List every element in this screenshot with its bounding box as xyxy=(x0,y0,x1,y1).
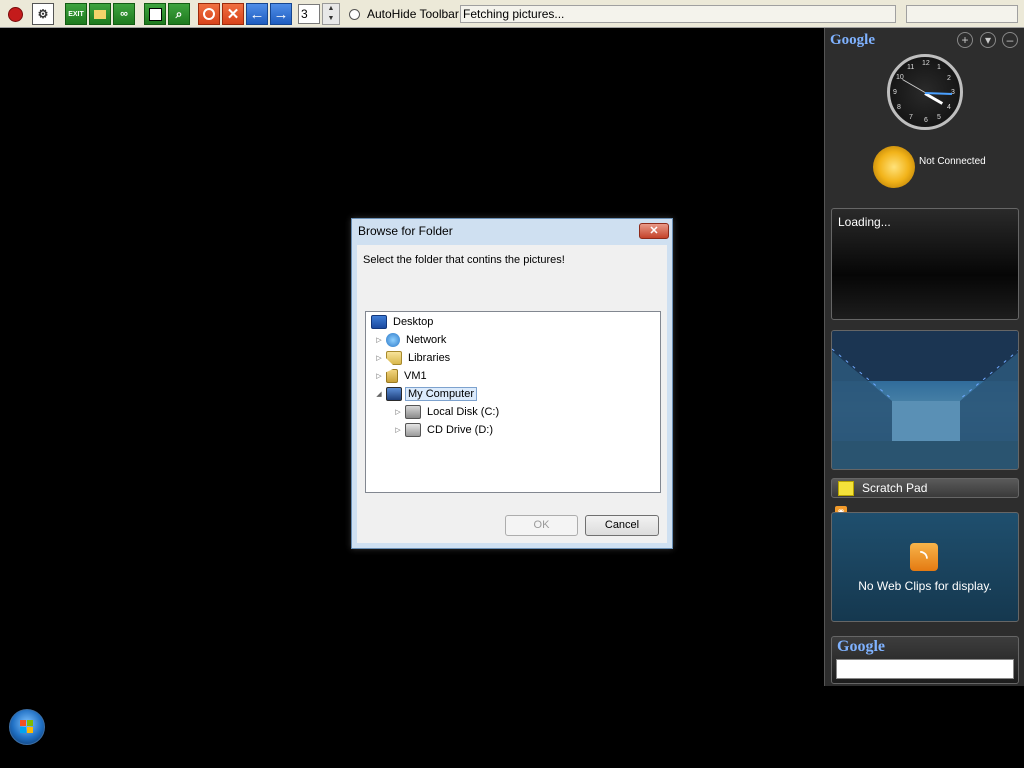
clock-number: 7 xyxy=(909,114,913,121)
scratch-pad-header[interactable]: Scratch Pad xyxy=(831,478,1019,498)
exit-icon: EXIT xyxy=(68,10,84,18)
spinner-arrows[interactable]: ▲ ▼ xyxy=(322,3,340,25)
web-clips-text: No Web Clips for display. xyxy=(858,579,992,593)
weather-sun-icon xyxy=(873,146,915,188)
back-button[interactable]: ← xyxy=(246,3,268,25)
tree-item-network[interactable]: ▷ Network xyxy=(374,331,449,349)
clock-number: 5 xyxy=(937,114,941,121)
google-search-logo: Google xyxy=(837,638,885,655)
magnifier-icon: ⌕ xyxy=(175,6,183,21)
hard-disk-icon xyxy=(405,405,421,419)
start-button[interactable] xyxy=(9,709,45,745)
expand-arrow-icon[interactable]: ▷ xyxy=(393,408,403,416)
clock-second-hand xyxy=(902,79,926,93)
binoculars-button[interactable]: ∞ xyxy=(113,3,135,25)
expand-arrow-icon[interactable]: ▷ xyxy=(393,426,403,434)
exit-button[interactable]: EXIT xyxy=(65,3,87,25)
status-text: Fetching pictures... xyxy=(460,5,896,23)
folder-tree[interactable]: Desktop ▷ Network ▷ Libraries ▷ VM1 ◢ My… xyxy=(365,311,661,493)
web-clips-panel: ◝ No Web Clips for display. xyxy=(831,512,1019,622)
network-icon xyxy=(386,333,400,347)
open-folder-button[interactable] xyxy=(89,3,111,25)
dialog-prompt: Select the folder that contins the pictu… xyxy=(363,254,565,266)
tree-item-label: Local Disk (C:) xyxy=(427,406,500,418)
menu-button[interactable]: ▾ xyxy=(980,32,996,48)
analog-clock: 12 1 2 3 4 5 6 7 8 9 10 11 xyxy=(887,54,963,130)
autohide-label: AutoHide Toolbar xyxy=(367,7,459,21)
photo-image xyxy=(832,331,1018,469)
cd-drive-icon xyxy=(405,423,421,437)
desktop-icon xyxy=(371,315,387,329)
clock-number: 1 xyxy=(937,64,941,71)
save-button[interactable] xyxy=(144,3,166,25)
scratch-pad-label: Scratch Pad xyxy=(862,481,928,495)
clock-number: 12 xyxy=(922,60,930,67)
tree-item-label: VM1 xyxy=(404,370,427,382)
tree-item-desktop[interactable]: Desktop xyxy=(369,313,436,331)
google-sidebar: Google + ▾ – 12 1 2 3 4 5 6 7 8 9 10 11 … xyxy=(824,28,1024,686)
arrow-right-icon: → xyxy=(273,5,289,23)
cancel-button[interactable]: Cancel xyxy=(585,515,659,536)
tree-item-my-computer[interactable]: ◢ My Computer xyxy=(374,385,478,403)
tree-item-label: Libraries xyxy=(408,352,451,364)
rss-icon: ◝ xyxy=(910,543,938,571)
close-icon: ✕ xyxy=(649,225,659,237)
tree-item-label: CD Drive (D:) xyxy=(427,424,493,436)
clock-number: 6 xyxy=(924,117,928,124)
google-search-gadget: Google xyxy=(831,636,1019,684)
close-button[interactable]: ✕ xyxy=(222,3,244,25)
folder-icon xyxy=(94,9,106,19)
stop-record-button[interactable] xyxy=(4,3,26,25)
clock-number: 11 xyxy=(907,64,915,71)
windows-logo-icon xyxy=(20,720,33,733)
close-icon: ✕ xyxy=(226,6,240,23)
save-icon xyxy=(148,7,162,21)
arrow-left-icon: ← xyxy=(249,5,265,23)
expand-arrow-icon[interactable]: ▷ xyxy=(374,336,384,344)
browse-for-folder-dialog: Browse for Folder ✕ Select the folder th… xyxy=(351,218,673,549)
tree-item-cd-drive[interactable]: ▷ CD Drive (D:) xyxy=(393,421,496,439)
add-gadget-button[interactable]: + xyxy=(957,32,973,48)
clock-number: 2 xyxy=(947,75,951,82)
forward-button[interactable]: → xyxy=(270,3,292,25)
clock-number: 4 xyxy=(947,104,951,111)
tree-item-label: Desktop xyxy=(393,316,434,328)
dialog-title: Browse for Folder xyxy=(358,224,453,238)
red-circle-icon xyxy=(7,6,23,22)
config-icon: ⚙ xyxy=(37,7,49,21)
binoculars-icon: ∞ xyxy=(120,8,128,20)
minimize-button[interactable]: – xyxy=(1002,32,1018,48)
tree-item-local-disk[interactable]: ▷ Local Disk (C:) xyxy=(393,403,502,421)
google-logo: Google xyxy=(830,32,875,48)
weather-status: Not Connected xyxy=(919,156,986,167)
ok-button[interactable]: OK xyxy=(505,515,578,536)
settings-button[interactable]: ⚙ xyxy=(32,3,54,25)
pause-icon xyxy=(203,8,215,20)
top-toolbar: ⚙ EXIT ∞ ⌕ ✕ ← → 3 ▲ ▼ AutoHide Toolbar F… xyxy=(0,0,1024,28)
computer-icon xyxy=(386,387,402,401)
count-spinner-input[interactable]: 3 xyxy=(298,4,320,24)
dialog-close-button[interactable]: ✕ xyxy=(639,223,669,239)
tree-item-label: My Computer xyxy=(405,387,478,401)
tree-item-vm1[interactable]: ▷ VM1 xyxy=(374,367,430,385)
google-search-input[interactable] xyxy=(836,659,1014,679)
sticky-note-icon xyxy=(838,481,854,496)
status-box-secondary xyxy=(906,5,1018,23)
pause-button[interactable] xyxy=(198,3,220,25)
dialog-body: Select the folder that contins the pictu… xyxy=(357,245,667,543)
collapse-arrow-icon[interactable]: ◢ xyxy=(374,390,384,398)
expand-arrow-icon[interactable]: ▷ xyxy=(374,372,384,380)
loading-panel: Loading... xyxy=(831,208,1019,320)
zoom-button[interactable]: ⌕ xyxy=(168,3,190,25)
clock-number: 8 xyxy=(897,104,901,111)
autohide-radio[interactable] xyxy=(349,9,360,20)
loading-text: Loading... xyxy=(838,215,891,229)
tree-item-label: Network xyxy=(406,334,447,346)
clock-number: 9 xyxy=(893,89,897,96)
photo-gadget[interactable] xyxy=(831,330,1019,470)
